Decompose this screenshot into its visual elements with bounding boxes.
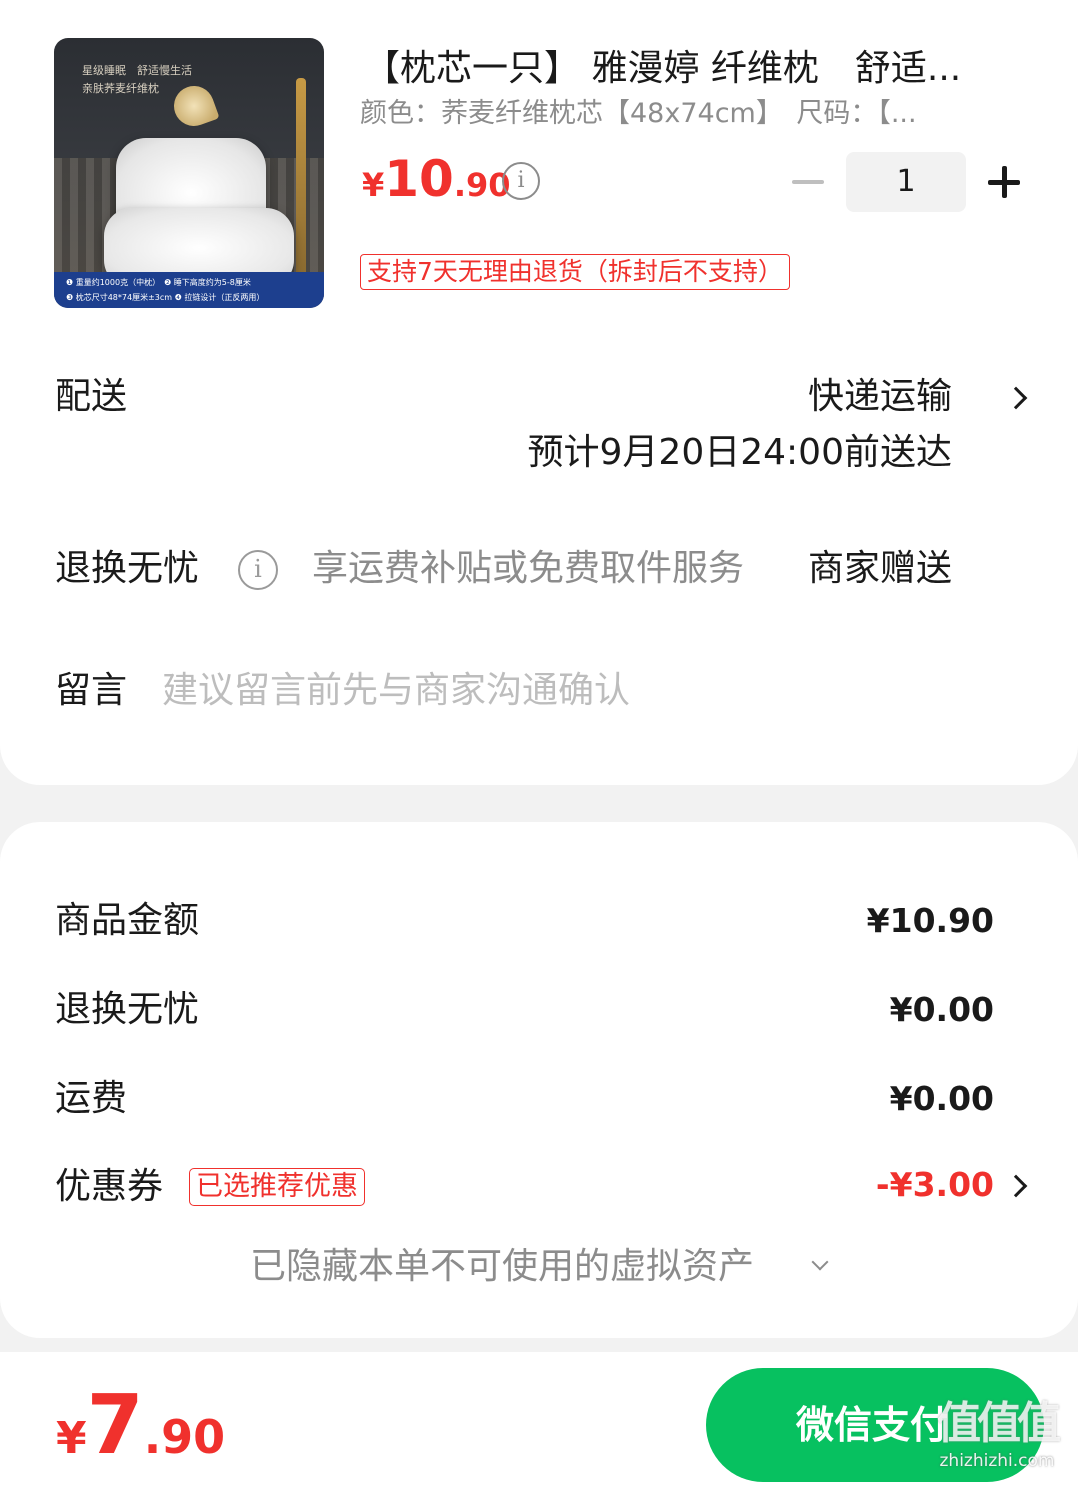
quantity-decrease-button[interactable] xyxy=(788,162,828,202)
goods-amount-label: 商品金额 xyxy=(55,900,200,941)
coupon-value[interactable]: -¥3.00 xyxy=(876,1160,994,1210)
product-price: ¥ 10 .90 xyxy=(362,150,511,214)
worry-free-info-icon[interactable]: i xyxy=(238,550,278,590)
delivery-label: 配送 xyxy=(55,376,128,417)
image-info-band: ❶ 重量约1000克（中枕） ❷ 睡下高度约为5-8厘米 ❸ 枕芯尺寸48*74… xyxy=(54,272,324,308)
image-lamp xyxy=(296,78,306,278)
worry-free-desc: 享运费补贴或免费取件服务 xyxy=(312,548,745,589)
total-price: ¥ 7 .90 xyxy=(56,1376,225,1476)
image-tagline-1: 星级睡眠 舒适慢生活 xyxy=(82,64,192,77)
quantity-input[interactable]: 1 xyxy=(846,152,966,212)
quantity-increase-button[interactable] xyxy=(984,162,1024,202)
price-integer: 10 xyxy=(384,150,454,208)
image-tagline-2: 亲肤荞麦纤维枕 xyxy=(82,82,159,95)
watermark-logo: 值值值 xyxy=(937,1398,1061,1449)
coupon-label: 优惠券 xyxy=(55,1166,164,1207)
worry-free-label: 退换无忧 xyxy=(55,548,200,589)
product-spec[interactable]: 颜色：荞麦纤维枕芯【48x74cm】 尺码：【... xyxy=(360,94,980,134)
goods-amount-value: ¥10.90 xyxy=(866,901,994,940)
site-watermark: 值值值 zhizhizhi.com xyxy=(924,1398,1070,1480)
delivery-method[interactable]: 快递运输 xyxy=(808,372,952,422)
watermark-url: zhizhizhi.com xyxy=(939,1451,1055,1471)
message-label: 留言 xyxy=(55,670,128,711)
total-currency: ¥ xyxy=(56,1413,87,1464)
shipping-fee-label: 运费 xyxy=(55,1078,128,1119)
worry-free-fee-value: ¥0.00 xyxy=(889,990,994,1029)
coupon-selected-badge[interactable]: 已选推荐优惠 xyxy=(189,1168,365,1206)
message-input[interactable] xyxy=(162,666,1022,716)
price-info-icon[interactable]: i xyxy=(502,162,540,200)
price-currency: ¥ xyxy=(362,166,385,204)
total-decimal: .90 xyxy=(143,1410,226,1464)
image-tagline: 星级睡眠 舒适慢生活 亲肤荞麦纤维枕 xyxy=(82,62,192,98)
image-band-line-2: ❸ 枕芯尺寸48*74厘米±3cm ❹ 拉链设计（正反两用） xyxy=(66,293,265,302)
product-image[interactable]: 星级睡眠 舒适慢生活 亲肤荞麦纤维枕 ❶ 重量约1000克（中枕） ❷ 睡下高度… xyxy=(54,38,324,308)
image-band-line-1: ❶ 重量约1000克（中枕） ❷ 睡下高度约为5-8厘米 xyxy=(66,278,251,287)
delivery-eta: 预计9月20日24:00前送达 xyxy=(527,432,952,473)
shipping-fee-value: ¥0.00 xyxy=(889,1079,994,1118)
product-title[interactable]: 【枕芯一只】 雅漫婷 纤维枕 舒适... xyxy=(364,42,1014,96)
total-integer: 7 xyxy=(86,1378,144,1473)
hidden-assets-toggle[interactable]: 已隐藏本单不可使用的虚拟资产 xyxy=(250,1242,754,1292)
worry-free-value: 商家赠送 xyxy=(807,548,952,589)
return-policy-badge: 支持7天无理由退货（拆封后不支持） xyxy=(360,254,790,290)
worry-free-fee-label: 退换无忧 xyxy=(55,989,200,1030)
